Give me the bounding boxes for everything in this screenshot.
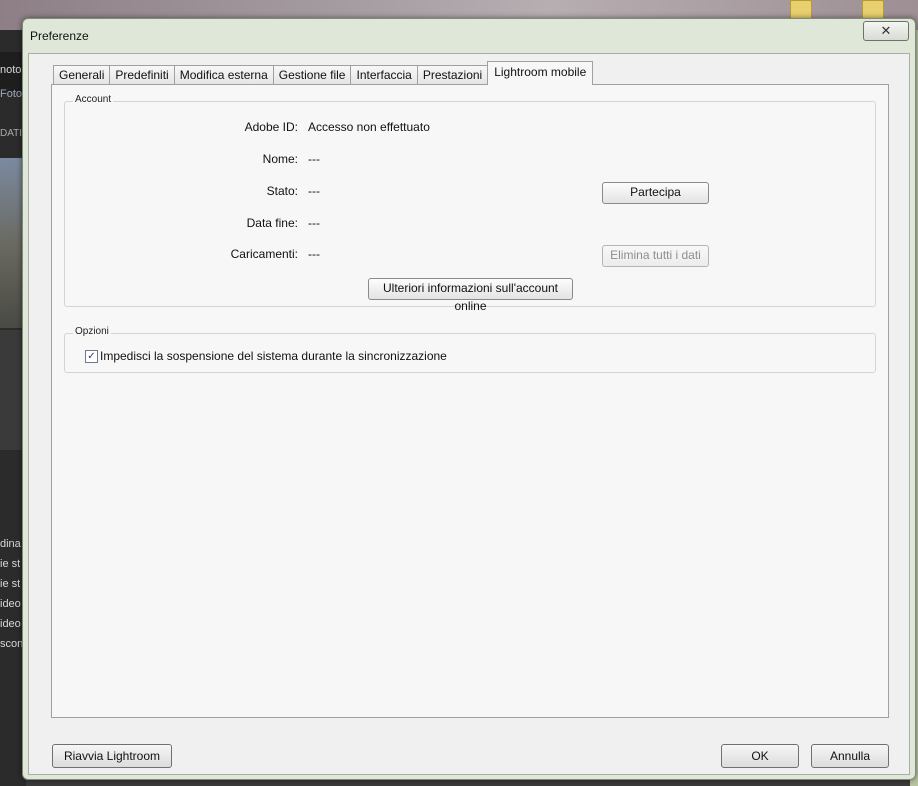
- name-value: ---: [308, 152, 320, 166]
- end-date-label: Data fine:: [246, 216, 298, 230]
- options-legend: Opzioni: [73, 326, 111, 337]
- tab-predefiniti[interactable]: Predefiniti: [109, 65, 175, 85]
- prevent-sleep-checkbox[interactable]: ✓: [85, 350, 98, 363]
- tab-modifica-esterna[interactable]: Modifica esterna: [173, 65, 274, 85]
- adobe-id-value: Accesso non effettuato: [308, 120, 430, 134]
- adobe-id-label: Adobe ID:: [244, 120, 298, 134]
- cancel-button[interactable]: Annulla: [811, 744, 889, 768]
- uploads-label: Caricamenti:: [230, 247, 298, 261]
- tab-lightroom-mobile[interactable]: Lightroom mobile: [487, 61, 594, 85]
- prevent-sleep-label[interactable]: Impedisci la sospensione del sistema dur…: [100, 349, 447, 363]
- end-date-value: ---: [308, 216, 320, 230]
- preferences-dialog: Preferenze ✕ Generali Predefiniti Modifi…: [22, 18, 916, 780]
- name-label: Nome:: [262, 152, 298, 166]
- join-button[interactable]: Partecipa: [602, 182, 709, 204]
- tab-generali[interactable]: Generali: [53, 65, 111, 85]
- tab-panel-lightroom-mobile: Account Adobe ID: Accesso non effettuato…: [51, 84, 889, 718]
- delete-all-data-button[interactable]: Elimina tutti i dati: [602, 245, 709, 267]
- close-icon: ✕: [880, 23, 892, 38]
- tab-gestione-file[interactable]: Gestione file: [272, 65, 352, 85]
- status-value: ---: [308, 184, 320, 198]
- close-button[interactable]: ✕: [863, 21, 909, 41]
- tab-prestazioni[interactable]: Prestazioni: [416, 65, 489, 85]
- ok-button[interactable]: OK: [721, 744, 799, 768]
- window-title: Preferenze: [30, 29, 89, 43]
- uploads-value: ---: [308, 247, 320, 261]
- check-icon: ✓: [87, 351, 96, 362]
- account-legend: Account: [73, 94, 114, 105]
- dialog-client-area: Generali Predefiniti Modifica esterna Ge…: [28, 53, 910, 775]
- tab-bar: Generali Predefiniti Modifica esterna Ge…: [53, 61, 594, 85]
- account-group: Account Adobe ID: Accesso non effettuato…: [64, 94, 876, 313]
- more-account-info-button[interactable]: Ulteriori informazioni sull'account onli…: [368, 278, 573, 313]
- options-group: Opzioni ✓ Impedisci la sospensione del s…: [64, 326, 876, 373]
- title-bar[interactable]: Preferenze ✕: [23, 19, 915, 53]
- status-label: Stato:: [266, 184, 298, 198]
- tab-interfaccia[interactable]: Interfaccia: [350, 65, 418, 85]
- restart-lightroom-button[interactable]: Riavvia Lightroom: [52, 744, 172, 768]
